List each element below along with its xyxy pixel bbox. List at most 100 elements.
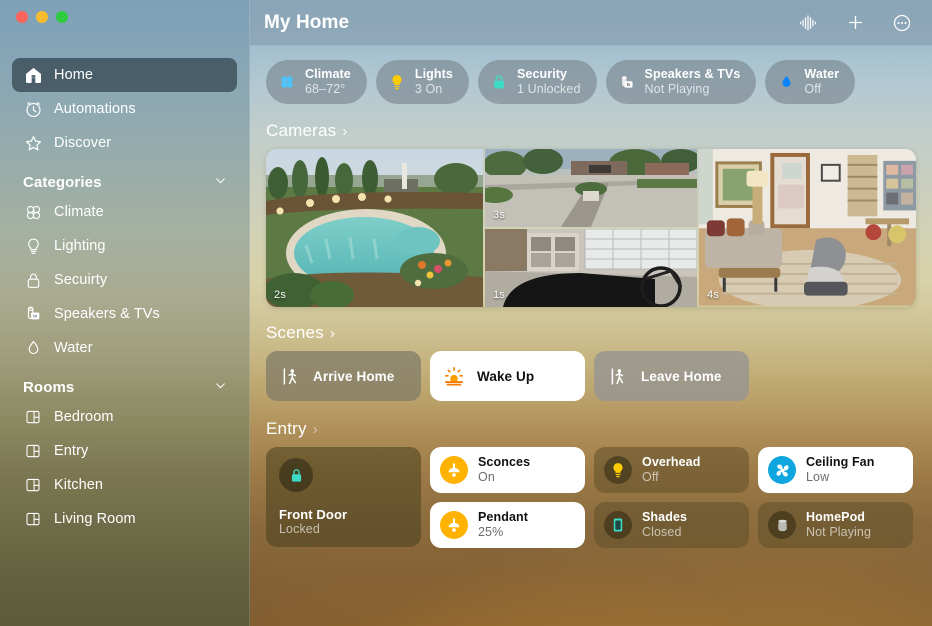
chevron-right-icon[interactable]: › [330,325,335,342]
minimize-window-button[interactable] [36,11,48,23]
close-window-button[interactable] [16,11,28,23]
accessory-state: Low [806,470,830,484]
accessory-state: Off [642,470,659,484]
accessory-column-three: Ceiling Fan Low HomePod Not Playing [758,447,913,548]
siri-waveform-icon[interactable] [796,11,820,35]
automations-icon [23,99,43,119]
camera-tile-living-room[interactable]: 4s [699,149,916,307]
speaker-tv-icon: tv [23,304,43,324]
camera-feed-image [485,149,697,227]
bulb-icon [387,72,407,92]
zoom-window-button[interactable] [56,11,68,23]
sidebar-item-living-room[interactable]: Living Room [12,502,237,536]
accessory-state: On [478,470,495,484]
chip-title: Lights [414,67,453,81]
sidebar-item-entry[interactable]: Entry [12,434,237,468]
camera-tile-driveway[interactable]: 3s [485,149,697,227]
camera-tile-garage[interactable]: 1s [485,229,697,307]
sidebar-item-label: Lighting [54,238,106,254]
room-icon [23,407,43,427]
status-chip-security[interactable]: Security 1 Unlocked [477,60,597,104]
accessory-tile-ceiling-fan[interactable]: Ceiling Fan Low [758,447,913,493]
home-icon [23,65,43,85]
chip-status: Off [804,82,822,96]
bulb-icon [23,236,43,256]
room-icon [23,441,43,461]
sidebar-item-speakers-tvs[interactable]: tv Speakers & TVs [12,297,237,331]
section-title: Entry [266,419,307,438]
accessory-tile-overhead[interactable]: Overhead Off [594,447,749,493]
water-drop-icon [23,338,43,358]
fan-icon [277,72,297,92]
chevron-down-icon[interactable] [214,379,227,396]
camera-timestamp: 4s [707,289,720,301]
accessory-name: HomePod [806,509,866,524]
camera-tile-pool[interactable]: 2s [266,149,483,307]
sidebar-section-label: Categories [23,174,102,191]
more-options-button[interactable] [890,11,914,35]
sidebar-item-label: Bedroom [54,409,114,425]
chip-title: Water [804,67,840,81]
status-chip-climate[interactable]: Climate 68–72° [266,60,367,104]
person-arrive-icon [279,365,301,387]
accessory-tile-pendant[interactable]: Pendant 25% [430,502,585,548]
accessory-tile-homepod[interactable]: HomePod Not Playing [758,502,913,548]
sidebar-item-home[interactable]: Home [12,58,237,92]
chevron-down-icon[interactable] [214,174,227,191]
chip-status: 68–72° [305,82,346,96]
entry-accessory-grid: Front Door Locked Sconces On Pendant 25%… [266,447,916,548]
sidebar-item-security[interactable]: Secuirty [12,263,237,297]
sidebar-item-discover[interactable]: Discover [12,126,237,160]
sidebar-item-label: Living Room [54,511,136,527]
add-button[interactable] [843,11,867,35]
sidebar-item-label: Climate [54,204,104,220]
section-header-cameras[interactable]: Cameras › [266,121,916,141]
status-chip-speakers-tvs[interactable]: tv Speakers & TVs Not Playing [605,60,757,104]
camera-timestamp: 1s [493,289,506,301]
homepod-icon [768,511,796,539]
scene-button-leave-home[interactable]: Leave Home [594,351,749,401]
page-title: My Home [264,11,350,33]
sidebar-item-lighting[interactable]: Lighting [12,229,237,263]
status-chip-lights[interactable]: Lights 3 On [375,60,469,104]
sidebar-section-rooms[interactable]: Rooms [23,379,227,396]
fan-icon [23,202,43,222]
camera-timestamp: 3s [493,209,506,221]
sidebar-item-water[interactable]: Water [12,331,237,365]
chip-title: Speakers & TVs [644,67,741,81]
sidebar-item-label: Home [54,67,94,83]
section-header-entry[interactable]: Entry › [266,419,916,439]
sunrise-icon [443,365,465,387]
sidebar-item-kitchen[interactable]: Kitchen [12,468,237,502]
sidebar-item-climate[interactable]: Climate [12,195,237,229]
svg-text:tv: tv [33,313,38,318]
accessory-name: Ceiling Fan [806,454,875,469]
sconce-light-icon [440,456,468,484]
chip-status: 1 Unlocked [516,82,581,96]
sidebar-item-automations[interactable]: Automations [12,92,237,126]
section-header-scenes[interactable]: Scenes › [266,323,916,343]
accessory-name: Shades [642,509,688,524]
lock-icon [23,270,43,290]
accessory-tile-front-door[interactable]: Front Door Locked [266,447,421,547]
sidebar-section-categories[interactable]: Categories [23,174,227,191]
scene-list: Arrive Home Wake Up Leave Home [266,351,916,401]
accessory-name: Sconces [478,454,531,469]
sidebar-item-label: Entry [54,443,89,459]
status-chips: Climate 68–72° Lights 3 On Security 1 Un… [266,60,916,104]
accessory-tile-shades[interactable]: Shades Closed [594,502,749,548]
scene-label: Arrive Home [313,368,395,384]
scene-button-arrive-home[interactable]: Arrive Home [266,351,421,401]
toolbar: My Home [250,0,932,46]
scene-button-wake-up[interactable]: Wake Up [430,351,585,401]
scene-label: Wake Up [477,368,535,384]
sidebar-item-label: Discover [54,135,112,151]
status-chip-water[interactable]: Water Off [765,60,856,104]
chevron-right-icon[interactable]: › [313,421,318,438]
accessory-tile-sconces[interactable]: Sconces On [430,447,585,493]
sidebar-item-bedroom[interactable]: Bedroom [12,400,237,434]
chevron-right-icon[interactable]: › [342,123,347,140]
lock-icon [279,458,313,492]
window-traffic-lights [16,11,68,23]
section-title: Scenes [266,323,324,342]
